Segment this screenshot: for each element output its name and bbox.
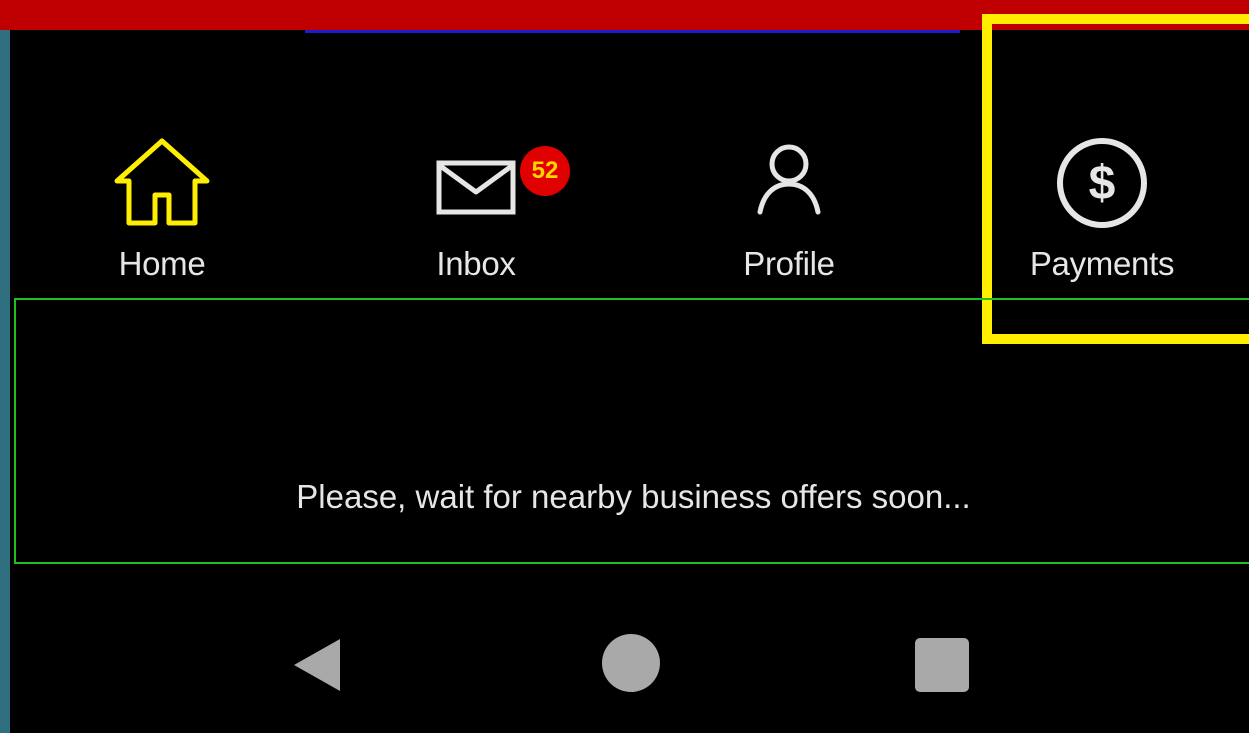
nav-item-home[interactable]: Home: [62, 120, 262, 290]
top-bar: [0, 0, 1249, 30]
offers-panel: Please, wait for nearby business offers …: [14, 298, 1249, 564]
unread-count-badge: 52: [520, 146, 570, 196]
nav-item-inbox[interactable]: 52 Inbox: [376, 120, 576, 290]
nav-label-inbox: Inbox: [436, 245, 516, 282]
mail-icon: [436, 160, 516, 215]
tab-indicator-line: [305, 30, 960, 33]
nav-label-profile: Profile: [743, 245, 835, 282]
nav-label-payments: Payments: [1029, 245, 1175, 282]
dollar-circle-icon: $: [1057, 138, 1147, 228]
nav-item-payments[interactable]: $ Payments: [1002, 120, 1202, 290]
nav-item-profile[interactable]: Profile: [689, 120, 889, 290]
left-edge-strip: [0, 30, 10, 733]
svg-text:$: $: [1089, 157, 1116, 210]
nav-label-home: Home: [118, 245, 206, 282]
recents-square-icon[interactable]: [914, 637, 970, 693]
back-icon[interactable]: [290, 636, 342, 694]
home-icon: [114, 138, 210, 226]
home-circle-icon[interactable]: [601, 633, 661, 693]
offers-waiting-message: Please, wait for nearby business offers …: [296, 478, 971, 515]
app-screen: Home 52 Inbox Profile $ Payments Please,…: [0, 0, 1249, 733]
user-icon: [757, 144, 821, 215]
